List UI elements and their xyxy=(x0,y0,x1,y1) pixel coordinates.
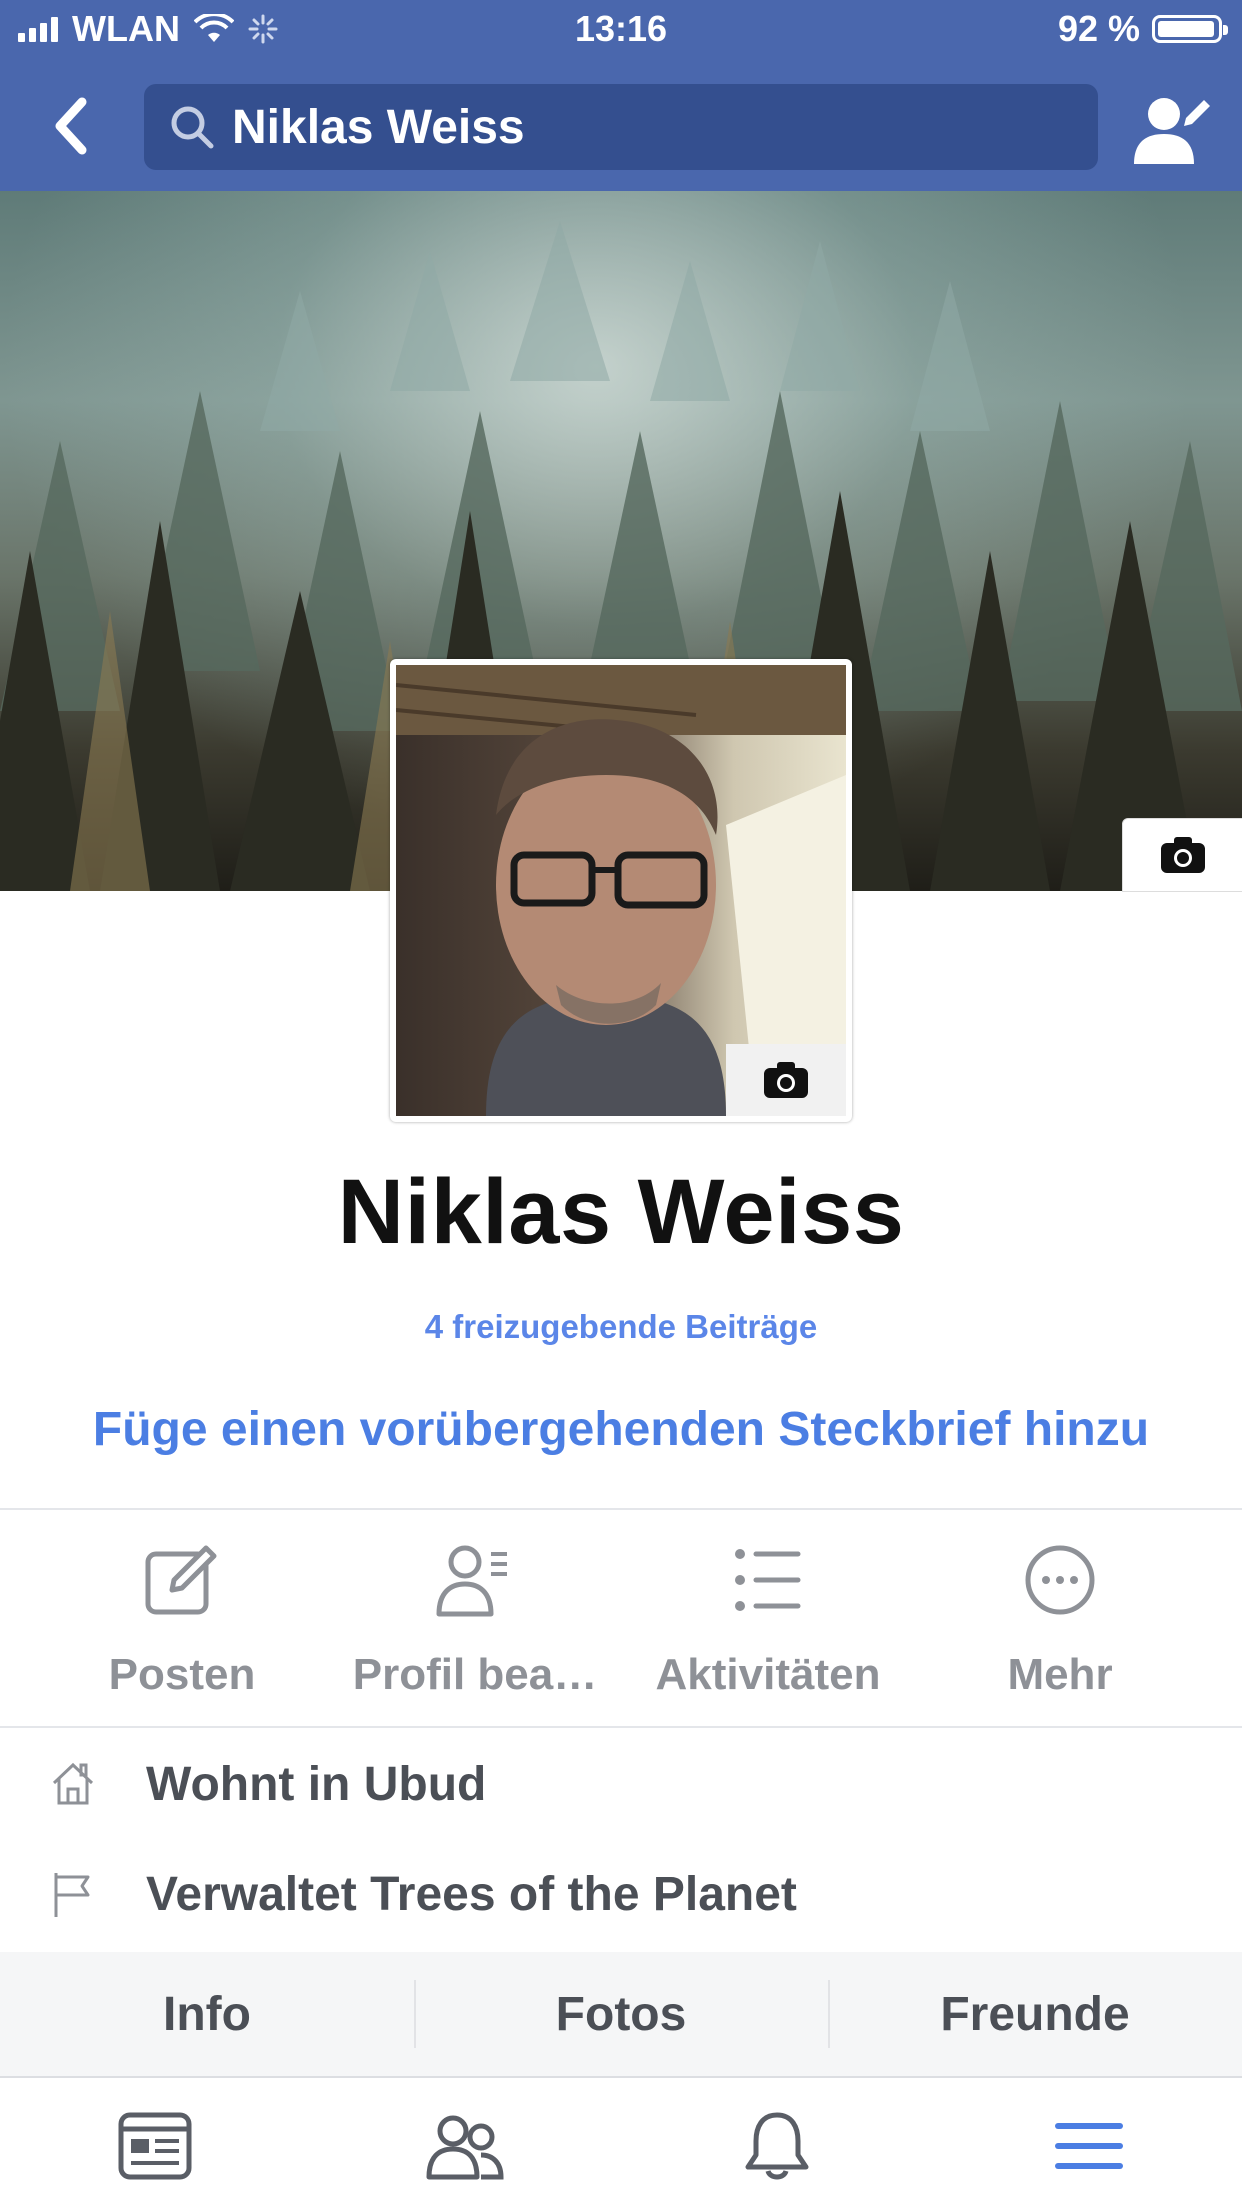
edit-icon xyxy=(145,1545,217,1615)
more-icon xyxy=(1025,1545,1095,1615)
more-label: Mehr xyxy=(1007,1650,1113,1699)
status-time: 13:16 xyxy=(574,8,668,49)
edit-profile-label: Profil bea… xyxy=(352,1650,598,1699)
search-field[interactable]: Niklas Weiss xyxy=(144,84,1098,170)
bottom-navigation xyxy=(0,2076,1242,2208)
list-icon xyxy=(735,1549,801,1611)
search-icon xyxy=(171,106,214,149)
person-edit-icon xyxy=(1134,98,1210,164)
friends-icon xyxy=(426,2115,504,2180)
residence-text: Wohnt in Ubud xyxy=(146,1757,487,1811)
nav-menu[interactable] xyxy=(1044,2106,1134,2186)
friend-settings-button[interactable] xyxy=(1132,90,1212,170)
home-icon xyxy=(52,1762,94,1805)
profile-name: Niklas Weiss xyxy=(337,1161,905,1263)
nav-news-feed[interactable] xyxy=(110,2106,200,2186)
search-text: Niklas Weiss xyxy=(232,100,525,154)
more-button[interactable]: Mehr xyxy=(910,1540,1210,1700)
news-feed-icon xyxy=(118,2112,192,2180)
divider xyxy=(0,1726,1242,1728)
camera-icon xyxy=(1161,837,1205,873)
nav-friends[interactable] xyxy=(420,2106,510,2186)
divider xyxy=(0,1508,1242,1510)
camera-icon xyxy=(764,1062,808,1098)
battery-percent: 92 % xyxy=(1057,8,1140,49)
tab-friends[interactable]: Freunde xyxy=(828,1952,1242,2076)
top-bar: WLAN 13:16 92 % Niklas Weiss xyxy=(0,0,1242,191)
status-right: 92 % xyxy=(1057,8,1228,50)
post-button[interactable]: Posten xyxy=(32,1540,332,1700)
add-bio-link[interactable]: Füge einen vorübergehenden Steckbrief hi… xyxy=(0,1402,1242,1457)
page-text: Verwaltet Trees of the Planet xyxy=(146,1867,797,1921)
battery-icon xyxy=(1152,15,1228,43)
profile-edit-icon xyxy=(436,1545,507,1617)
profile-picture-camera-button[interactable] xyxy=(726,1044,846,1116)
edit-profile-button[interactable]: Profil bea… xyxy=(325,1540,625,1700)
info-row-residence[interactable]: Wohnt in Ubud xyxy=(0,1734,1242,1834)
profile-tabs: Info Fotos Freunde xyxy=(0,1952,1242,2076)
back-button[interactable] xyxy=(48,96,98,156)
flag-icon xyxy=(54,1873,90,1917)
activity-label: Aktivitäten xyxy=(655,1650,881,1699)
cover-photo-camera-button[interactable] xyxy=(1122,818,1242,892)
menu-icon xyxy=(1055,2123,1123,2169)
info-row-page[interactable]: Verwaltet Trees of the Planet xyxy=(0,1844,1242,1944)
tab-photos[interactable]: Fotos xyxy=(414,1952,828,2076)
profile-picture-frame[interactable] xyxy=(390,659,852,1122)
pending-posts-link[interactable]: 4 freizugebende Beiträge xyxy=(0,1308,1242,1346)
nav-notifications[interactable] xyxy=(732,2106,822,2186)
chevron-left-icon xyxy=(55,97,87,155)
tab-info[interactable]: Info xyxy=(0,1952,414,2076)
activity-button[interactable]: Aktivitäten xyxy=(618,1540,918,1700)
post-label: Posten xyxy=(108,1650,256,1699)
notifications-icon xyxy=(745,2112,809,2180)
